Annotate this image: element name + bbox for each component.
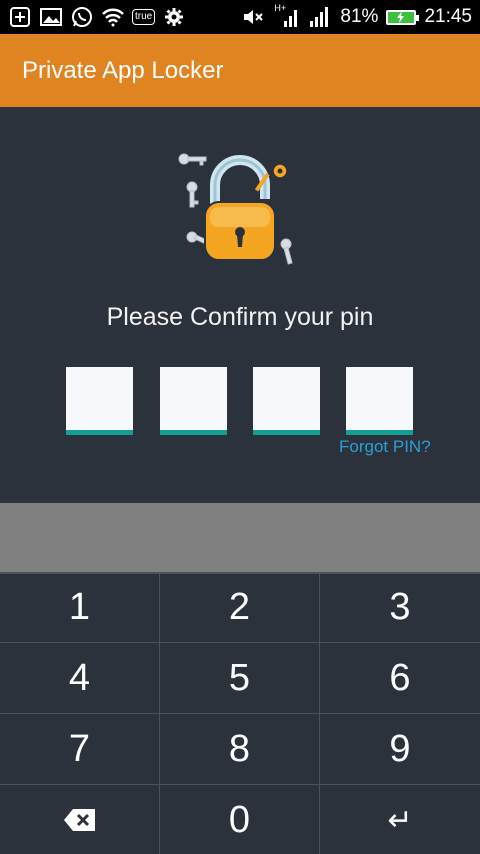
battery-percent: 81% [340, 6, 379, 27]
enter-icon: ↵ [387, 804, 413, 837]
key-6[interactable]: 6 [320, 643, 480, 714]
wifi-icon [101, 6, 125, 28]
whatsapp-icon [70, 6, 94, 28]
clock: 21:45 [424, 6, 472, 27]
status-bar: true H+ 81% 21:45 [0, 0, 480, 34]
confirm-pin-prompt: Please Confirm your pin [106, 303, 374, 331]
key-0[interactable]: 0 [160, 785, 320, 854]
pin-digit-1[interactable] [66, 367, 133, 435]
keypad-divider [0, 572, 480, 574]
settings-icon [162, 6, 186, 28]
key-9[interactable]: 9 [320, 714, 480, 785]
backspace-key[interactable] [0, 785, 160, 854]
key-3[interactable]: 3 [320, 572, 480, 643]
key-4[interactable]: 4 [0, 643, 160, 714]
pin-digit-4[interactable] [346, 367, 413, 435]
numeric-keypad: 1 2 3 4 5 6 7 8 9 0 ↵ [0, 572, 480, 854]
key-1[interactable]: 1 [0, 572, 160, 643]
notification-icons: true [8, 6, 186, 28]
network-signal-icon: H+ [274, 3, 300, 29]
enter-key[interactable]: ↵ [320, 785, 480, 854]
battery-icon [386, 9, 420, 25]
app-bar: Private App Locker [0, 34, 480, 107]
keypad-header-strip [0, 503, 480, 572]
key-7[interactable]: 7 [0, 714, 160, 785]
app-title: Private App Locker [22, 56, 224, 84]
forgot-pin-link[interactable]: Forgot PIN? [339, 437, 431, 457]
padlock-keys-icon [170, 147, 310, 272]
pin-digit-3[interactable] [253, 367, 320, 435]
key-5[interactable]: 5 [160, 643, 320, 714]
key-2[interactable]: 2 [160, 572, 320, 643]
key-8[interactable]: 8 [160, 714, 320, 785]
system-status: H+ 81% 21:45 [242, 3, 472, 29]
signal-icon [308, 6, 332, 28]
image-icon [39, 6, 63, 28]
pin-confirm-panel: Please Confirm your pin Forgot PIN? [0, 107, 480, 503]
true-badge: true [132, 9, 156, 25]
mute-icon [242, 6, 266, 28]
backspace-icon [63, 799, 97, 842]
pin-digit-2[interactable] [160, 367, 227, 435]
add-icon [8, 6, 32, 28]
